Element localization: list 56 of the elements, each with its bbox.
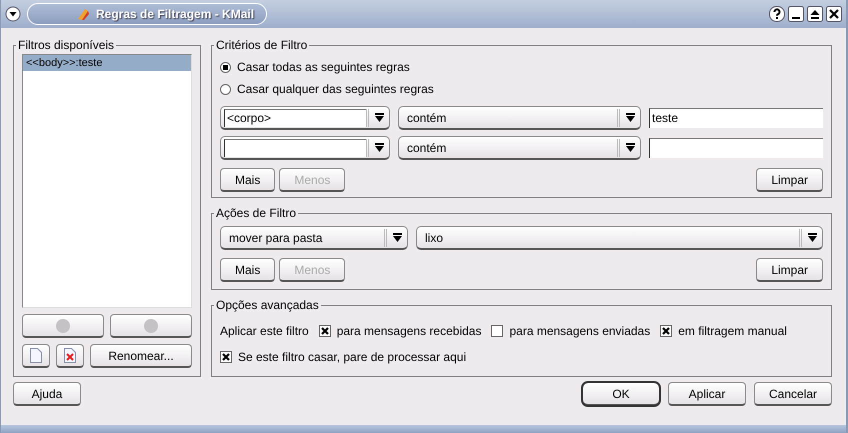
folder-dropdown[interactable]: lixo [416, 226, 823, 250]
checkbox[interactable] [491, 325, 504, 337]
dot-icon [144, 318, 158, 332]
move-down-button[interactable] [110, 314, 192, 338]
window-title: Regras de Filtragem - KMail [96, 7, 254, 21]
checkbox-label: Se este filtro casar, pare de processar aqui [238, 350, 466, 364]
radio-button[interactable] [220, 62, 231, 72]
new-filter-button[interactable] [22, 344, 50, 368]
help-button[interactable]: Ajuda [13, 382, 81, 406]
dropdown-arrow-icon [626, 142, 634, 152]
group-title: Critérios de Filtro [215, 38, 308, 52]
move-up-button[interactable] [22, 314, 104, 338]
dropdown-arrow-icon [626, 112, 634, 122]
clear-button[interactable]: Limpar [756, 168, 823, 192]
group-title: Ações de Filtro [215, 206, 298, 220]
close-icon[interactable] [826, 6, 842, 22]
dropdown-arrow-icon [392, 232, 402, 242]
rule-button[interactable]: Mais [220, 258, 276, 282]
value-field[interactable] [649, 138, 823, 158]
field-combo[interactable]: <corpo> [220, 106, 390, 130]
rule-button[interactable]: Mais [220, 168, 276, 192]
clear-button[interactable]: Limpar [756, 258, 823, 282]
filter-list-item[interactable]: <<body>>:teste [23, 55, 191, 71]
delete-document-icon [64, 348, 76, 363]
dialog-button[interactable]: Cancelar [754, 382, 832, 406]
radio-label: Casar todas as seguintes regras [237, 60, 410, 74]
operator-dropdown[interactable]: contém [398, 136, 641, 160]
checkbox[interactable] [220, 351, 232, 363]
dot-icon [56, 318, 70, 332]
document-icon [30, 348, 42, 363]
radio-button[interactable] [220, 84, 231, 94]
help-icon[interactable] [769, 6, 785, 22]
window-menu-icon[interactable] [5, 6, 21, 22]
dialog-button[interactable]: Aplicar [668, 382, 746, 406]
apply-label: Aplicar este filtro [220, 324, 309, 338]
checkbox[interactable] [660, 325, 672, 337]
operator-dropdown[interactable]: contém [398, 106, 641, 130]
dialog-button[interactable]: OK [582, 382, 660, 406]
dropdown-arrow-icon [374, 112, 384, 122]
action-dropdown[interactable]: mover para pasta [220, 226, 408, 250]
maximize-icon[interactable] [807, 6, 823, 22]
checkbox-label: em filtragem manual [678, 324, 787, 338]
field-combo[interactable] [220, 136, 390, 160]
group-title: Opções avançadas [215, 298, 320, 312]
dropdown-arrow-icon [374, 142, 384, 152]
minimize-icon[interactable] [788, 6, 804, 22]
value-field[interactable]: teste [649, 108, 823, 128]
rename-button[interactable]: Renomear... [90, 344, 192, 368]
checkbox-label: para mensagens enviadas [509, 324, 650, 338]
dropdown-arrow-icon [808, 232, 816, 242]
delete-filter-button[interactable] [56, 344, 84, 368]
checkbox-label: para mensagens recebidas [336, 324, 482, 338]
checkbox[interactable] [318, 325, 331, 337]
radio-label: Casar qualquer das seguintes regras [237, 82, 434, 96]
group-title: Filtros disponíveis [17, 38, 116, 52]
app-icon [76, 7, 90, 21]
